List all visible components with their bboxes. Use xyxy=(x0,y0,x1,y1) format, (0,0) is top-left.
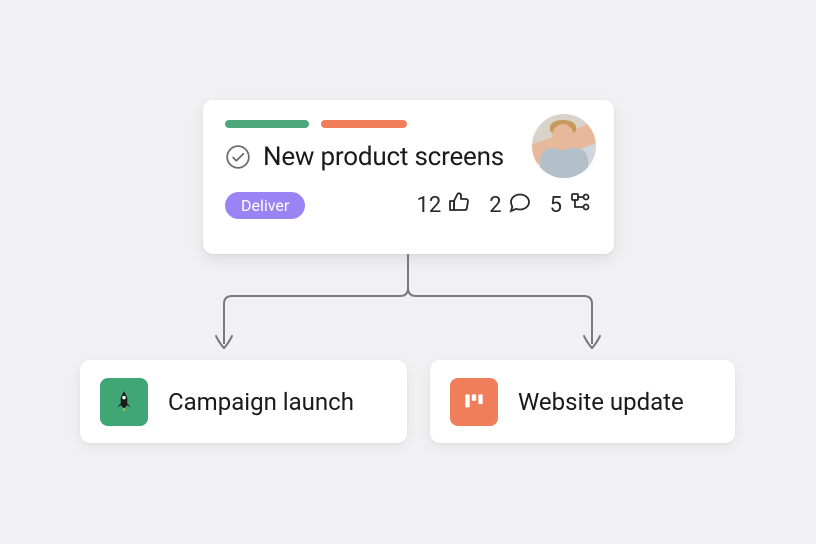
comments-stat[interactable]: 2 xyxy=(489,190,531,220)
connector-lines xyxy=(80,252,736,362)
child-task-title: Campaign launch xyxy=(168,388,354,416)
child-task-card[interactable]: Campaign launch xyxy=(80,360,407,443)
parent-task-card[interactable]: New product screens Deliver 12 xyxy=(203,100,614,254)
likes-count: 12 xyxy=(417,193,442,218)
subtasks-icon xyxy=(568,190,592,220)
subtasks-count: 5 xyxy=(550,193,562,218)
stats-group: 12 2 xyxy=(417,190,592,220)
comment-icon xyxy=(508,190,532,220)
subtasks-stat[interactable]: 5 xyxy=(550,190,592,220)
comments-count: 2 xyxy=(489,193,501,218)
status-badge[interactable]: Deliver xyxy=(225,192,305,219)
board-icon xyxy=(450,378,498,426)
assignee-avatar[interactable] xyxy=(532,114,596,178)
rocket-icon xyxy=(100,378,148,426)
diagram-canvas: New product screens Deliver 12 xyxy=(0,0,816,544)
tag-orange xyxy=(321,120,407,128)
child-task-card[interactable]: Website update xyxy=(430,360,735,443)
tag-green xyxy=(225,120,309,128)
child-task-title: Website update xyxy=(518,388,684,416)
check-circle-icon xyxy=(225,144,251,170)
task-title: New product screens xyxy=(263,142,504,172)
meta-row: Deliver 12 2 xyxy=(225,190,592,220)
thumbs-up-icon xyxy=(447,190,471,220)
likes-stat[interactable]: 12 xyxy=(417,190,472,220)
